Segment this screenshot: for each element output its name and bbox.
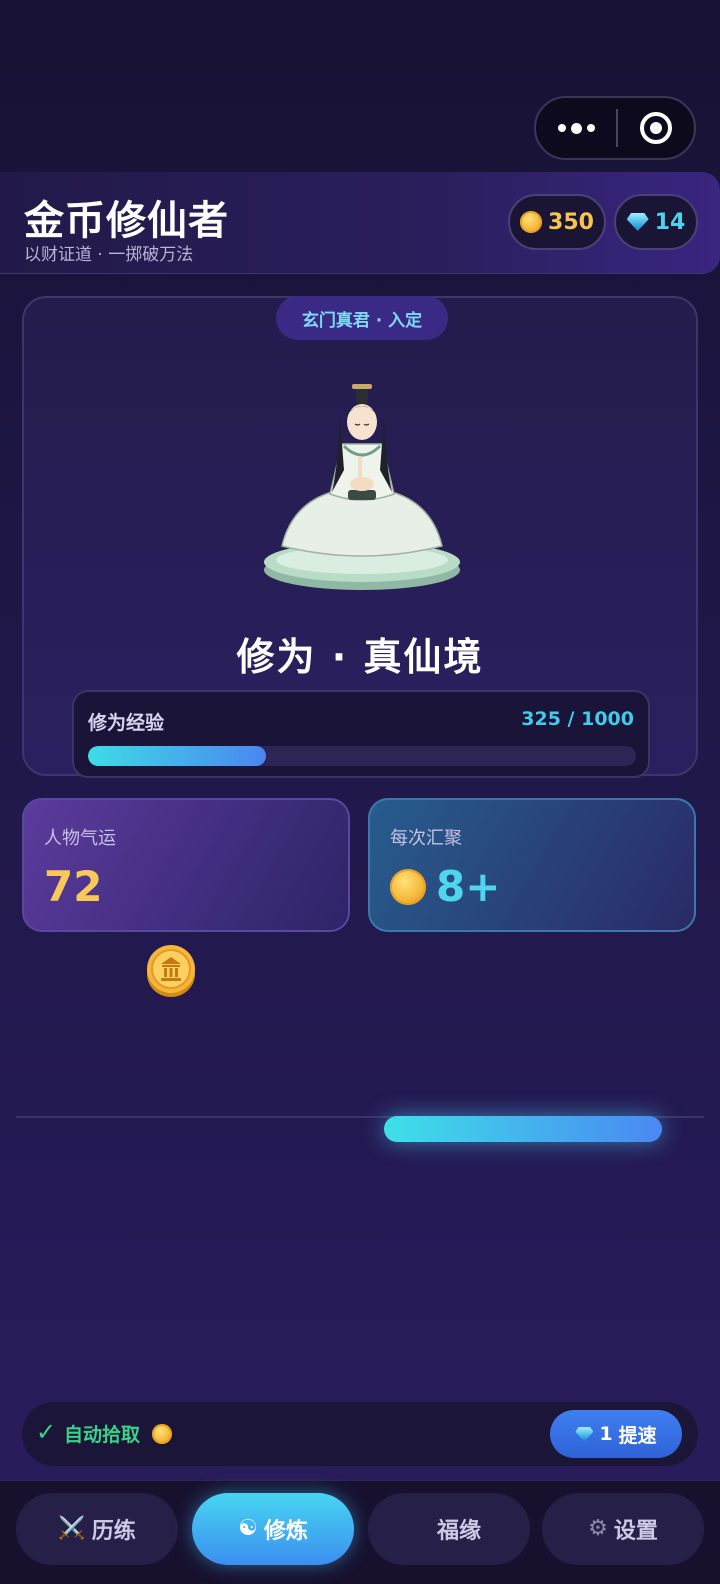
bottom-tab-bar: ⚔️ 历练 ☯ 修炼 福缘 ⚙ 设置 bbox=[0, 1480, 720, 1584]
gather-stat-card: 每次汇聚 8+ bbox=[368, 798, 696, 932]
game-subtitle: 以财证道 · 一掷破万法 bbox=[24, 245, 194, 265]
coin-count: 350 bbox=[548, 209, 594, 235]
target-icon bbox=[640, 112, 672, 144]
fortune-value: 72 bbox=[44, 862, 103, 911]
exp-progress-bar bbox=[88, 746, 636, 766]
gather-value-row: 8+ bbox=[390, 862, 500, 911]
auto-pickup-bar: ✓ 自动拾取 1 提速 bbox=[22, 1402, 698, 1466]
speed-label: 提速 bbox=[618, 1424, 657, 1447]
gather-value: 8+ bbox=[436, 862, 501, 911]
close-miniprogram-button[interactable] bbox=[618, 98, 694, 158]
dot bbox=[586, 124, 595, 132]
tab-training[interactable]: ⚔️ 历练 bbox=[16, 1493, 178, 1565]
more-menu-button[interactable] bbox=[536, 98, 616, 158]
dot bbox=[570, 122, 582, 134]
tab-fortune[interactable]: 福缘 bbox=[368, 1493, 530, 1565]
exp-value: 325 / 1000 bbox=[521, 708, 634, 730]
game-title: 金币修仙者 bbox=[24, 198, 229, 244]
check-icon: ✓ bbox=[36, 1418, 57, 1446]
character-card: 玄门真君 · 入定 修为 · 真仙境 修为经验 325 / 1000 bbox=[22, 296, 698, 778]
game-header: 金币修仙者 以财证道 · 一掷破万法 350 14 bbox=[0, 172, 720, 274]
falling-coin[interactable] bbox=[146, 944, 196, 998]
tab-cultivation[interactable]: ☯ 修炼 bbox=[192, 1493, 354, 1565]
tab-label: 修炼 bbox=[263, 1519, 308, 1544]
fortune-stat-card: 人物气运 72 bbox=[22, 798, 350, 932]
speed-up-button[interactable]: 1 提速 bbox=[550, 1410, 682, 1458]
meditating-immortal-figure bbox=[264, 384, 460, 590]
exp-panel: 修为经验 325 / 1000 bbox=[72, 690, 650, 778]
cultivation-realm: 修为 · 真仙境 bbox=[236, 635, 484, 679]
exp-progress-fill bbox=[88, 746, 267, 766]
tab-label: 福缘 bbox=[436, 1519, 481, 1544]
gear-icon: ⚙ bbox=[588, 1516, 608, 1541]
gather-label: 每次汇聚 bbox=[390, 828, 462, 849]
catch-paddle[interactable] bbox=[384, 1116, 662, 1142]
gem-icon bbox=[575, 1426, 594, 1442]
gem-count: 14 bbox=[654, 209, 686, 235]
yin-yang-icon: ☯ bbox=[238, 1516, 258, 1541]
exp-label: 修为经验 bbox=[88, 712, 165, 734]
coin-icon bbox=[152, 1424, 172, 1444]
dot bbox=[557, 124, 566, 132]
coin-balance[interactable]: 350 bbox=[508, 194, 606, 250]
coin-icon bbox=[520, 211, 543, 233]
fortune-label: 人物气运 bbox=[44, 828, 116, 849]
coin-icon bbox=[390, 868, 426, 905]
gem-icon bbox=[626, 213, 649, 231]
miniprogram-capsule bbox=[534, 96, 696, 160]
auto-pickup-toggle[interactable]: 自动拾取 bbox=[64, 1420, 140, 1447]
gem-balance[interactable]: 14 bbox=[614, 194, 698, 250]
crossed-swords-icon: ⚔️ bbox=[58, 1516, 86, 1541]
speed-cost: 1 bbox=[599, 1423, 613, 1445]
tab-label: 历练 bbox=[91, 1519, 136, 1544]
realm-badge: 玄门真君 · 入定 bbox=[276, 296, 448, 340]
tab-label: 设置 bbox=[613, 1519, 658, 1544]
tab-settings[interactable]: ⚙ 设置 bbox=[542, 1493, 704, 1565]
